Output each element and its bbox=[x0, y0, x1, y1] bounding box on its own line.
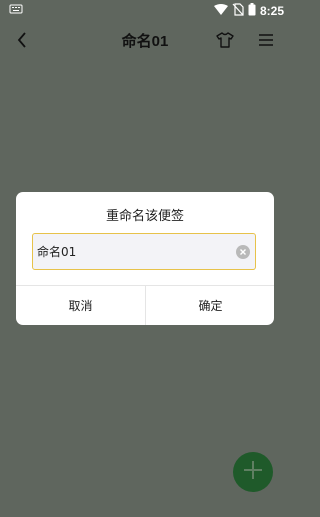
status-time: 8:25 bbox=[259, 4, 284, 18]
status-bar: 8:25 bbox=[0, 0, 290, 22]
shirt-icon[interactable] bbox=[213, 28, 237, 52]
cancel-button[interactable]: 取消 bbox=[16, 286, 145, 325]
plus-icon bbox=[242, 459, 264, 485]
battery-icon bbox=[248, 3, 256, 19]
name-input-value[interactable]: 命名01 bbox=[37, 243, 76, 260]
no-sim-icon bbox=[232, 3, 244, 19]
wifi-icon bbox=[213, 3, 228, 19]
confirm-button[interactable]: 确定 bbox=[146, 286, 274, 325]
name-input[interactable]: 命名01 bbox=[32, 233, 256, 270]
page-title: 命名01 bbox=[121, 33, 169, 50]
app-bar: 命名01 bbox=[0, 24, 290, 56]
menu-icon[interactable] bbox=[254, 28, 278, 52]
add-note-button[interactable] bbox=[233, 452, 273, 492]
dialog-title: 重命名该便签 bbox=[105, 209, 184, 224]
clear-icon[interactable] bbox=[236, 244, 250, 259]
notification-icon bbox=[9, 3, 23, 17]
rename-dialog: 重命名该便签 命名01 取消 确定 bbox=[16, 192, 274, 325]
